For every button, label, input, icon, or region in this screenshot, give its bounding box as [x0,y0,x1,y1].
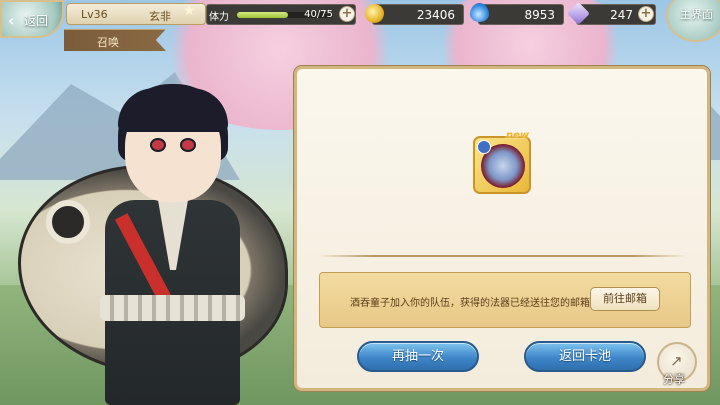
add-crystal-button[interactable]: + [638,6,654,22]
draw-again-button[interactable]: 再抽一次 [357,341,479,372]
gold-coin-icon [365,4,384,23]
summon-result-panel: new 酒吞童子加入你的队伍，获得的法器已经送往您的邮箱！ 前往邮箱 再抽一次 … [294,66,710,391]
result-message: 酒吞童子加入你的队伍，获得的法器已经送往您的邮箱！ [350,298,600,309]
gold-display: 23406 [372,4,464,25]
new-badge: new [506,130,530,141]
share-icon: ↗ [670,352,683,370]
back-label: 返回 [24,14,49,28]
add-stamina-button[interactable]: + [339,6,355,22]
character-belt [100,295,245,321]
screen-title: 召唤 [97,36,119,49]
jade-value: 8953 [524,8,555,22]
character-eye [180,138,196,152]
result-message-banner: 酒吞童子加入你的队伍，获得的法器已经送往您的邮箱！ 前往邮箱 [319,272,691,328]
screen-title-plate: 召唤 [64,29,166,51]
jade-display: 8953 [478,4,564,25]
player-name: 玄非 [149,10,171,23]
character-illustration [10,84,300,405]
reward-item-card[interactable] [473,136,531,194]
share-label: 分享 [663,373,685,386]
star-icon: ★ [183,3,196,19]
share-button[interactable]: ↗ 分享 [657,342,697,386]
character-eye [150,138,166,152]
item-type-icon [477,140,491,154]
back-to-pool-button[interactable]: 返回卡池 [524,341,646,372]
fish-eye [46,200,90,244]
main-screen-label: 主界面 [680,8,713,21]
blue-flame-icon [470,3,489,22]
go-to-mailbox-button[interactable]: 前往邮箱 [590,287,660,311]
stamina-value: 40/75 [304,9,333,20]
stamina-label: 体力 [209,12,229,23]
gold-value: 23406 [416,8,455,22]
chevron-left-icon: ‹ [8,11,15,30]
stamina-fill [237,12,289,18]
divider [317,255,687,257]
stamina-bar: 体力 40/75 [206,4,356,25]
player-level: Lv36 [81,8,108,21]
crystal-value: 247 [610,8,633,22]
character-bangs [118,88,228,132]
